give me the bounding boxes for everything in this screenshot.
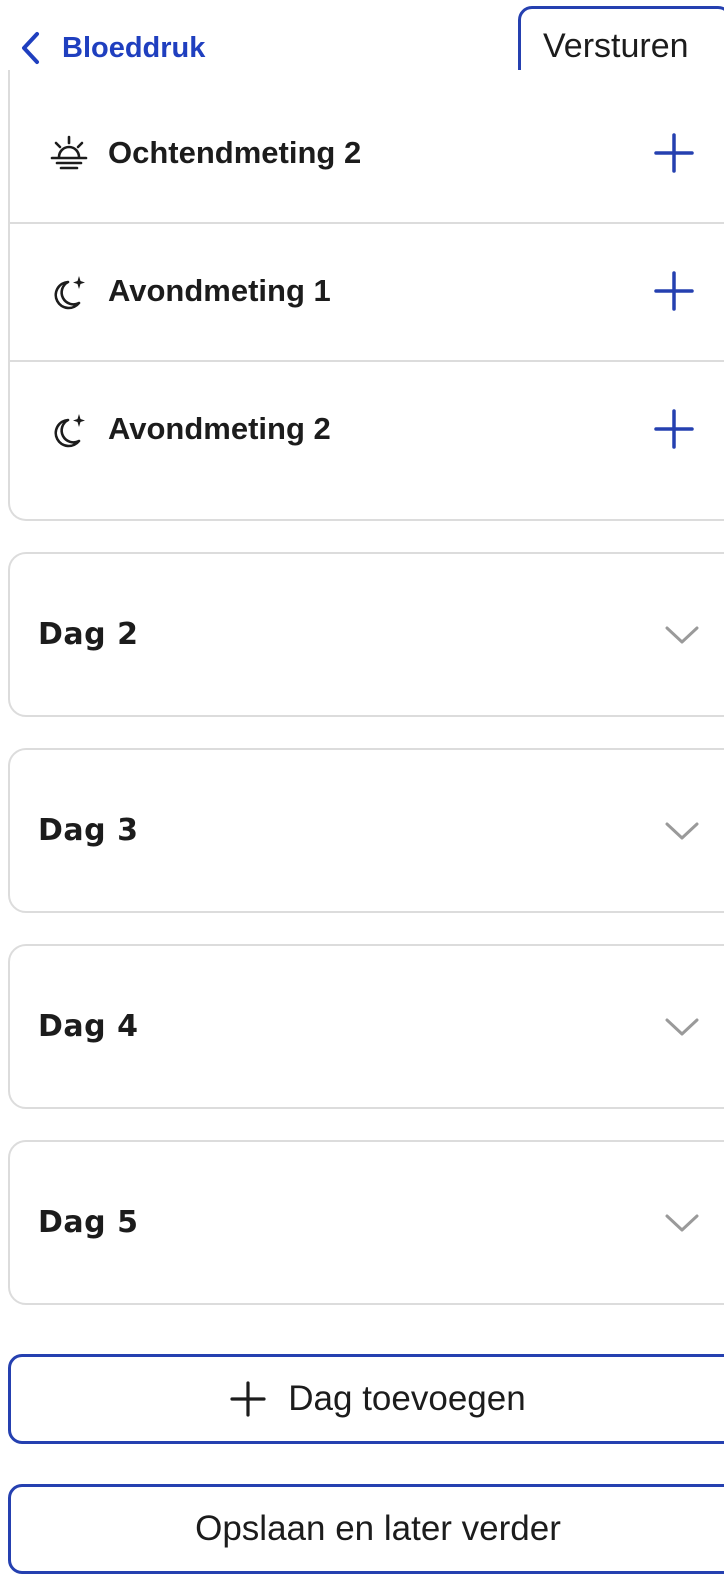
measurement-row-avondmeting-1[interactable]: Avondmeting 1 bbox=[10, 222, 724, 362]
chevron-left-icon bbox=[22, 32, 39, 64]
day-card-dag-4[interactable]: Dag 4 bbox=[8, 944, 724, 1109]
back-button[interactable]: Bloeddruk bbox=[20, 26, 205, 70]
plus-icon[interactable] bbox=[654, 133, 694, 173]
plus-icon[interactable] bbox=[654, 271, 694, 311]
add-day-button[interactable]: Dag toevoegen bbox=[8, 1354, 724, 1444]
day-card-dag-2[interactable]: Dag 2 bbox=[8, 552, 724, 717]
day-title: Dag 3 bbox=[38, 813, 139, 848]
chevron-down-icon bbox=[665, 1214, 699, 1231]
add-day-label: Dag toevoegen bbox=[288, 1379, 526, 1418]
day-title: Dag 2 bbox=[38, 617, 139, 652]
back-label: Bloeddruk bbox=[62, 31, 206, 64]
measurement-label: Avondmeting 1 bbox=[108, 273, 331, 308]
measurement-label: Avondmeting 2 bbox=[108, 411, 331, 446]
chevron-down-icon bbox=[665, 626, 699, 643]
day-1-card-expanded: Ochtendmeting 2 Avondmeting 1 Avondmetin… bbox=[8, 70, 724, 521]
plus-icon bbox=[230, 1381, 266, 1417]
day-card-dag-5[interactable]: Dag 5 bbox=[8, 1140, 724, 1305]
moon-stars-icon bbox=[54, 414, 85, 448]
save-later-label: Opslaan en later verder bbox=[195, 1509, 561, 1548]
moon-stars-icon bbox=[54, 276, 85, 310]
measurement-label: Ochtendmeting 2 bbox=[108, 135, 362, 170]
save-later-button[interactable]: Opslaan en later verder bbox=[8, 1484, 724, 1574]
chevron-down-icon bbox=[665, 1018, 699, 1035]
measurement-row-avondmeting-2[interactable]: Avondmeting 2 bbox=[10, 360, 724, 498]
day-title: Dag 5 bbox=[38, 1205, 139, 1240]
measurement-row-ochtendmeting-2[interactable]: Ochtendmeting 2 bbox=[10, 84, 724, 224]
day-card-dag-3[interactable]: Dag 3 bbox=[8, 748, 724, 913]
day-title: Dag 4 bbox=[38, 1009, 139, 1044]
chevron-down-icon bbox=[665, 822, 699, 839]
plus-icon[interactable] bbox=[654, 409, 694, 449]
sunrise-icon bbox=[50, 135, 88, 170]
